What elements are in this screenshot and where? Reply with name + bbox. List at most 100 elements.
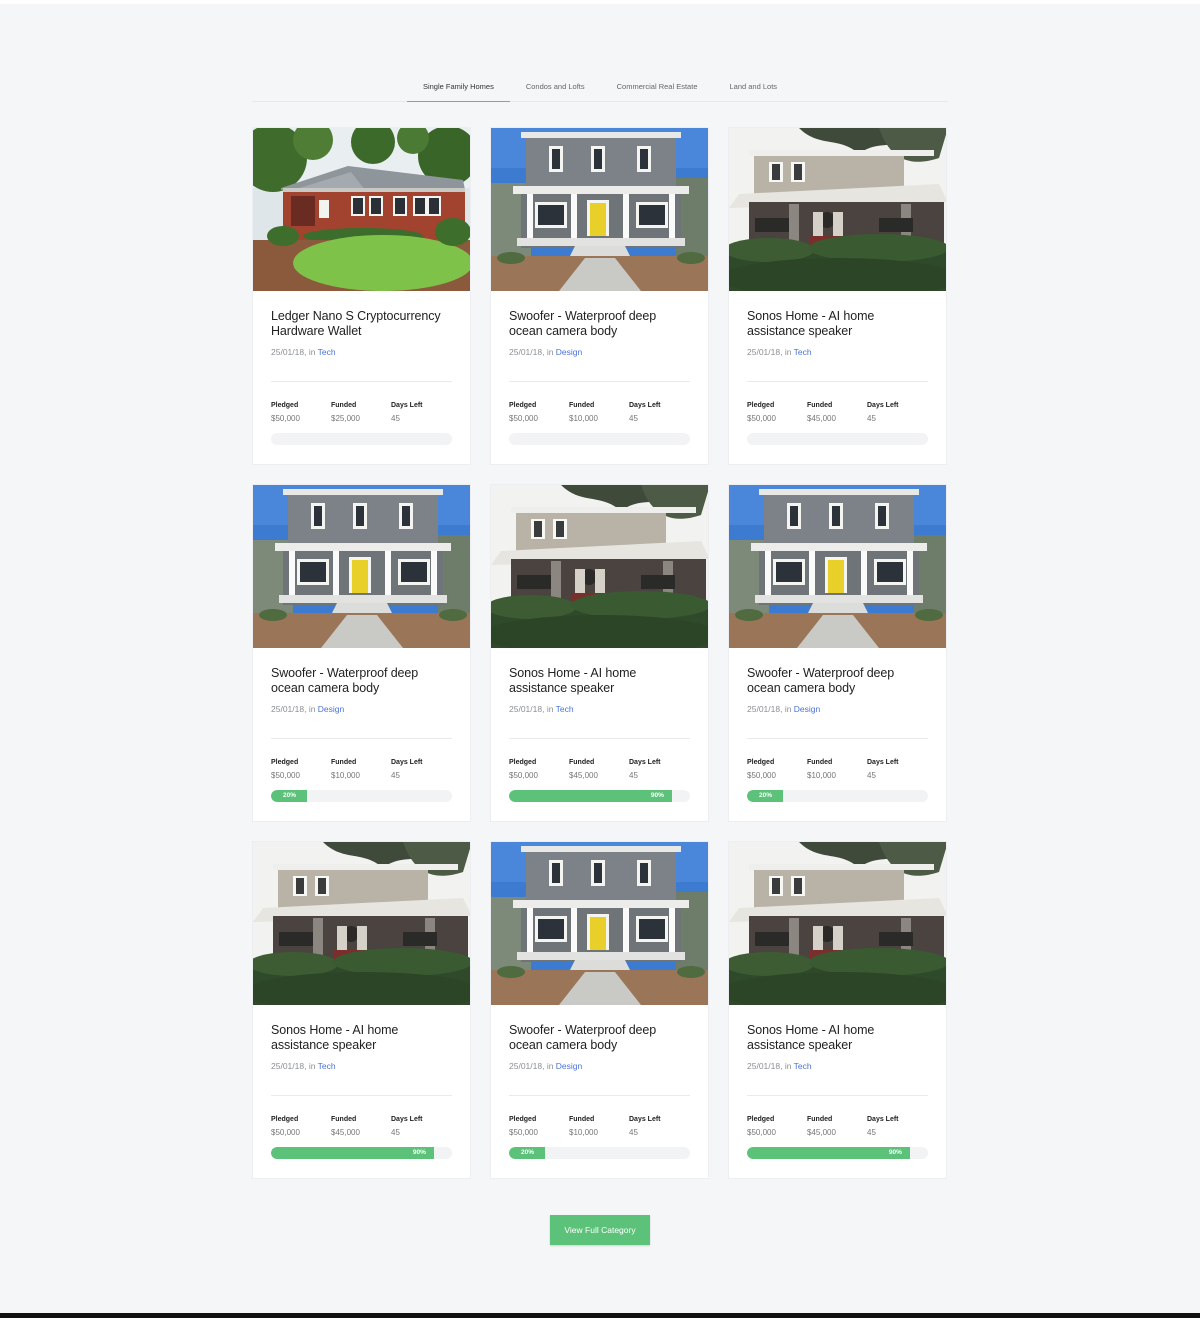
days-left-label: Days Left — [629, 1116, 661, 1123]
meta-separator: , in — [542, 704, 556, 714]
funded-value: $25,000 — [331, 414, 360, 423]
bottom-bar — [0, 1313, 1200, 1318]
listing-card[interactable]: Swoofer - Waterproof deep ocean camera b… — [490, 841, 709, 1179]
card-body: Sonos Home - AI home assistance speaker … — [271, 1023, 452, 1159]
days-left-label: Days Left — [867, 759, 899, 766]
card-title[interactable]: Swoofer - Waterproof deep ocean camera b… — [509, 309, 690, 339]
progress-bar: 90% — [509, 790, 690, 802]
progress-bar — [509, 433, 690, 445]
card-meta: 25/01/18, in Tech — [271, 1061, 452, 1071]
pledged-value: $50,000 — [747, 414, 776, 423]
days-left-label: Days Left — [391, 1116, 423, 1123]
divider — [271, 1095, 452, 1096]
category-link[interactable]: Tech — [318, 1061, 336, 1071]
days-left-value: 45 — [391, 414, 400, 423]
category-link[interactable]: Tech — [556, 704, 574, 714]
category-link[interactable]: Tech — [318, 347, 336, 357]
progress-fill: 20% — [747, 790, 784, 802]
card-body: Swoofer - Waterproof deep ocean camera b… — [747, 666, 928, 802]
pledged-value: $50,000 — [747, 1128, 776, 1137]
listing-card[interactable]: Sonos Home - AI home assistance speaker … — [252, 841, 471, 1179]
card-date: 25/01/18 — [747, 704, 781, 714]
meta-separator: , in — [304, 347, 318, 357]
meta-separator: , in — [542, 347, 556, 357]
category-link[interactable]: Design — [556, 1061, 582, 1071]
category-link[interactable]: Design — [556, 347, 582, 357]
house-photo[interactable] — [491, 128, 708, 291]
funded-label: Funded — [569, 759, 595, 766]
stats: Pledged $50,000 Funded $45,000 Days Left… — [747, 1116, 928, 1137]
listing-card[interactable]: Swoofer - Waterproof deep ocean camera b… — [490, 127, 709, 465]
pledged-value: $50,000 — [509, 1128, 538, 1137]
stats: Pledged $50,000 Funded $45,000 Days Left… — [509, 759, 690, 780]
pledged-label: Pledged — [271, 759, 299, 766]
tab-condos-and-lofts[interactable]: Condos and Lofts — [510, 72, 601, 102]
listing-card[interactable]: Sonos Home - AI home assistance speaker … — [728, 841, 947, 1179]
card-date: 25/01/18 — [509, 347, 543, 357]
house-photo[interactable] — [253, 128, 470, 291]
funded-value: $10,000 — [569, 414, 598, 423]
days-left-label: Days Left — [867, 1116, 899, 1123]
stat-days-left: Days Left 45 — [391, 1116, 451, 1137]
house-photo[interactable] — [253, 842, 470, 1005]
meta-separator: , in — [304, 1061, 318, 1071]
progress-bar: 20% — [271, 790, 452, 802]
meta-separator: , in — [780, 347, 794, 357]
card-title[interactable]: Sonos Home - AI home assistance speaker — [747, 1023, 928, 1053]
card-title[interactable]: Swoofer - Waterproof deep ocean camera b… — [271, 666, 452, 696]
category-link[interactable]: Tech — [794, 347, 812, 357]
house-photo[interactable] — [729, 485, 946, 648]
meta-separator: , in — [780, 704, 794, 714]
card-date: 25/01/18 — [509, 1061, 543, 1071]
progress-bar — [271, 433, 452, 445]
card-title[interactable]: Swoofer - Waterproof deep ocean camera b… — [509, 1023, 690, 1053]
listing-card[interactable]: Sonos Home - AI home assistance speaker … — [490, 484, 709, 822]
stats: Pledged $50,000 Funded $10,000 Days Left… — [509, 1116, 690, 1137]
card-title[interactable]: Sonos Home - AI home assistance speaker — [271, 1023, 452, 1053]
progress-bar: 90% — [271, 1147, 452, 1159]
stat-funded: Funded $45,000 — [569, 759, 629, 780]
divider — [747, 1095, 928, 1096]
divider — [509, 738, 690, 739]
tab-single-family-homes[interactable]: Single Family Homes — [406, 72, 510, 102]
card-date: 25/01/18 — [271, 1061, 305, 1071]
funded-value: $45,000 — [569, 771, 598, 780]
stat-funded: Funded $45,000 — [807, 402, 867, 423]
house-photo[interactable] — [491, 842, 708, 1005]
house-photo[interactable] — [253, 485, 470, 648]
house-photo[interactable] — [729, 842, 946, 1005]
funded-value: $10,000 — [331, 771, 360, 780]
category-link[interactable]: Design — [318, 704, 344, 714]
view-full-category-button[interactable]: View Full Category — [550, 1215, 650, 1245]
tab-land-and-lots[interactable]: Land and Lots — [713, 72, 793, 102]
stat-days-left: Days Left 45 — [629, 759, 689, 780]
funded-value: $10,000 — [807, 771, 836, 780]
card-title[interactable]: Sonos Home - AI home assistance speaker — [509, 666, 690, 696]
card-title[interactable]: Swoofer - Waterproof deep ocean camera b… — [747, 666, 928, 696]
card-meta: 25/01/18, in Tech — [509, 704, 690, 714]
card-title[interactable]: Sonos Home - AI home assistance speaker — [747, 309, 928, 339]
funded-value: $45,000 — [807, 1128, 836, 1137]
pledged-label: Pledged — [747, 402, 775, 409]
pledged-label: Pledged — [509, 1116, 537, 1123]
days-left-value: 45 — [629, 1128, 638, 1137]
card-title[interactable]: Ledger Nano S Cryptocurrency Hardware Wa… — [271, 309, 452, 339]
house-photo[interactable] — [491, 485, 708, 648]
category-link[interactable]: Tech — [794, 1061, 812, 1071]
tab-commercial-real-estate[interactable]: Commercial Real Estate — [601, 72, 714, 102]
listing-card[interactable]: Swoofer - Waterproof deep ocean camera b… — [252, 484, 471, 822]
stats: Pledged $50,000 Funded $45,000 Days Left… — [271, 1116, 452, 1137]
card-meta: 25/01/18, in Tech — [271, 347, 452, 357]
funded-label: Funded — [331, 759, 357, 766]
stat-days-left: Days Left 45 — [629, 1116, 689, 1137]
progress-bar — [747, 433, 928, 445]
stat-funded: Funded $10,000 — [807, 759, 867, 780]
listing-card[interactable]: Sonos Home - AI home assistance speaker … — [728, 127, 947, 465]
listing-card[interactable]: Swoofer - Waterproof deep ocean camera b… — [728, 484, 947, 822]
house-photo[interactable] — [729, 128, 946, 291]
progress-bar: 20% — [747, 790, 928, 802]
category-tabs: Single Family Homes Condos and Lofts Com… — [252, 72, 948, 102]
card-body: Ledger Nano S Cryptocurrency Hardware Wa… — [271, 309, 452, 445]
category-link[interactable]: Design — [794, 704, 820, 714]
listing-card[interactable]: Ledger Nano S Cryptocurrency Hardware Wa… — [252, 127, 471, 465]
